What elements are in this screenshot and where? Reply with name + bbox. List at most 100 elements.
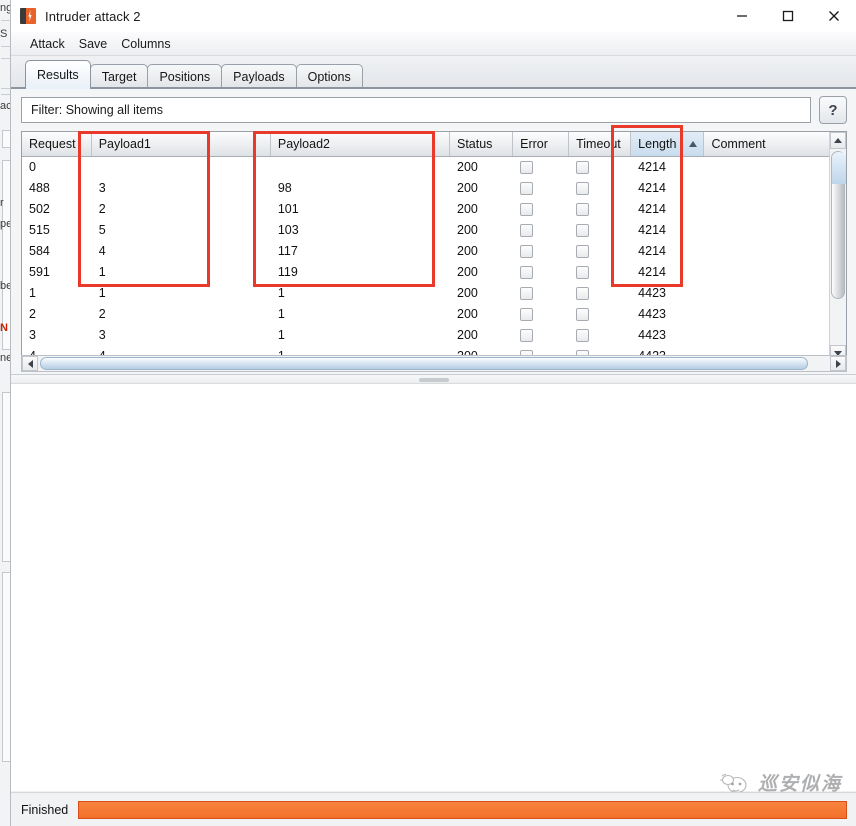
error-checkbox[interactable] xyxy=(520,307,534,321)
menu-item-columns[interactable]: Columns xyxy=(114,35,177,53)
panel-splitter[interactable] xyxy=(11,374,856,384)
status-text: Finished xyxy=(21,802,69,817)
error-checkbox[interactable] xyxy=(520,265,534,279)
table-row[interactable]: 584 4 117 200 4214 xyxy=(22,240,846,261)
timeout-checkbox[interactable] xyxy=(576,244,590,258)
column-header-timeout[interactable]: Timeout xyxy=(568,132,632,157)
error-checkbox[interactable] xyxy=(520,244,534,258)
column-header-error[interactable]: Error xyxy=(512,132,570,157)
table-row[interactable]: 3 3 1 200 4423 xyxy=(22,324,846,345)
cell-request: 502 xyxy=(29,201,50,216)
cell-timeout xyxy=(569,282,631,303)
cell-error xyxy=(513,282,569,303)
timeout-checkbox[interactable] xyxy=(576,286,590,300)
timeout-checkbox[interactable] xyxy=(576,181,590,195)
timeout-checkbox[interactable] xyxy=(576,328,590,342)
cell-length: 4214 xyxy=(638,159,666,174)
results-table-container: Request Payload1 Payload2 Status Error Timeou… xyxy=(21,131,847,363)
cell-status: 200 xyxy=(457,285,478,300)
scroll-up-arrow-icon[interactable] xyxy=(830,132,846,149)
table-row[interactable]: 0 200 4214 xyxy=(22,156,846,177)
table-row[interactable]: 488 3 98 200 4214 xyxy=(22,177,846,198)
tab-positions[interactable]: Positions xyxy=(147,64,223,89)
minimize-icon[interactable] xyxy=(719,0,765,32)
cell-request: 591 xyxy=(29,264,50,279)
tab-results[interactable]: Results xyxy=(25,60,91,89)
cell-error xyxy=(513,303,569,324)
cell-payload1: 1 xyxy=(98,264,106,279)
menu-item-attack[interactable]: Attack xyxy=(23,35,72,53)
table-body: 0 200 4214 488 3 98 200 4214 502 2 101 200 4214 515 5 1… xyxy=(22,156,846,362)
cell-request: 1 xyxy=(29,285,36,300)
table-row[interactable]: 502 2 101 200 4214 xyxy=(22,198,846,219)
intruder-attack-window: Intruder attack 2 Attack Save Columns Re… xyxy=(10,0,856,826)
error-checkbox[interactable] xyxy=(520,181,534,195)
cell-comment xyxy=(704,198,846,219)
progress-bar-fill xyxy=(79,801,846,818)
tab-options[interactable]: Options xyxy=(295,64,363,89)
error-checkbox[interactable] xyxy=(520,202,534,216)
table-horizontal-scrollbar[interactable] xyxy=(21,355,847,372)
column-header-status[interactable]: Status xyxy=(449,132,514,157)
cell-error xyxy=(513,324,569,345)
cell-request: 515 xyxy=(29,222,50,237)
cell-timeout xyxy=(569,177,631,198)
column-header-payload2[interactable]: Payload2 xyxy=(270,132,451,157)
error-checkbox[interactable] xyxy=(520,328,534,342)
cell-error xyxy=(513,261,569,282)
cell-payload1: 3 xyxy=(98,180,106,195)
cell-timeout xyxy=(569,156,631,177)
table-row[interactable]: 1 1 1 200 4423 xyxy=(22,282,846,303)
scroll-left-arrow-icon[interactable] xyxy=(22,356,38,371)
cell-timeout xyxy=(569,261,631,282)
cell-payload1 xyxy=(91,156,270,177)
cell-payload2: 1 xyxy=(277,327,285,342)
timeout-checkbox[interactable] xyxy=(576,265,590,279)
timeout-checkbox[interactable] xyxy=(576,223,590,237)
error-checkbox[interactable] xyxy=(520,223,534,237)
filter-row: Filter: Showing all items ? xyxy=(21,96,847,124)
close-icon[interactable] xyxy=(811,0,856,32)
cell-payload1: 2 xyxy=(98,201,106,216)
column-header-label: Length xyxy=(638,136,677,151)
cell-timeout xyxy=(569,219,631,240)
cell-timeout xyxy=(569,240,631,261)
cell-payload1: 2 xyxy=(98,306,106,321)
horizontal-scroll-thumb[interactable] xyxy=(40,357,808,370)
cell-length: 4214 xyxy=(638,264,666,279)
timeout-checkbox[interactable] xyxy=(576,160,590,174)
vertical-scroll-thumb[interactable] xyxy=(831,151,846,299)
tab-payloads[interactable]: Payloads xyxy=(221,64,297,89)
table-vertical-scrollbar[interactable] xyxy=(829,132,846,362)
column-header-comment[interactable]: Comment xyxy=(703,132,846,157)
column-header-length[interactable]: Length xyxy=(630,132,705,157)
table-header-row: Request Payload1 Payload2 Status Error Timeou… xyxy=(22,132,846,157)
help-button[interactable]: ? xyxy=(819,96,847,124)
tab-strip: Results Target Positions Payloads Option… xyxy=(11,57,856,89)
cell-status: 200 xyxy=(457,180,478,195)
error-checkbox[interactable] xyxy=(520,160,534,174)
cell-length: 4423 xyxy=(638,306,666,321)
cell-timeout xyxy=(569,198,631,219)
column-header-payload1[interactable]: Payload1 xyxy=(91,132,271,157)
timeout-checkbox[interactable] xyxy=(576,202,590,216)
column-header-request[interactable]: Request xyxy=(22,132,92,157)
table-row[interactable]: 2 2 1 200 4423 xyxy=(22,303,846,324)
error-checkbox[interactable] xyxy=(520,286,534,300)
cell-timeout xyxy=(569,303,631,324)
cell-error xyxy=(513,156,569,177)
cell-payload1: 1 xyxy=(98,285,106,300)
title-bar: Intruder attack 2 xyxy=(11,0,856,32)
maximize-icon[interactable] xyxy=(765,0,811,32)
filter-bar[interactable]: Filter: Showing all items xyxy=(21,97,811,123)
timeout-checkbox[interactable] xyxy=(576,307,590,321)
cell-timeout xyxy=(569,324,631,345)
menu-item-save[interactable]: Save xyxy=(72,35,115,53)
table-row[interactable]: 591 1 119 200 4214 xyxy=(22,261,846,282)
cell-comment xyxy=(704,156,846,177)
cell-status: 200 xyxy=(457,201,478,216)
table-row[interactable]: 515 5 103 200 4214 xyxy=(22,219,846,240)
cell-length: 4214 xyxy=(638,180,666,195)
scroll-right-arrow-icon[interactable] xyxy=(830,356,846,371)
tab-target[interactable]: Target xyxy=(89,64,149,89)
